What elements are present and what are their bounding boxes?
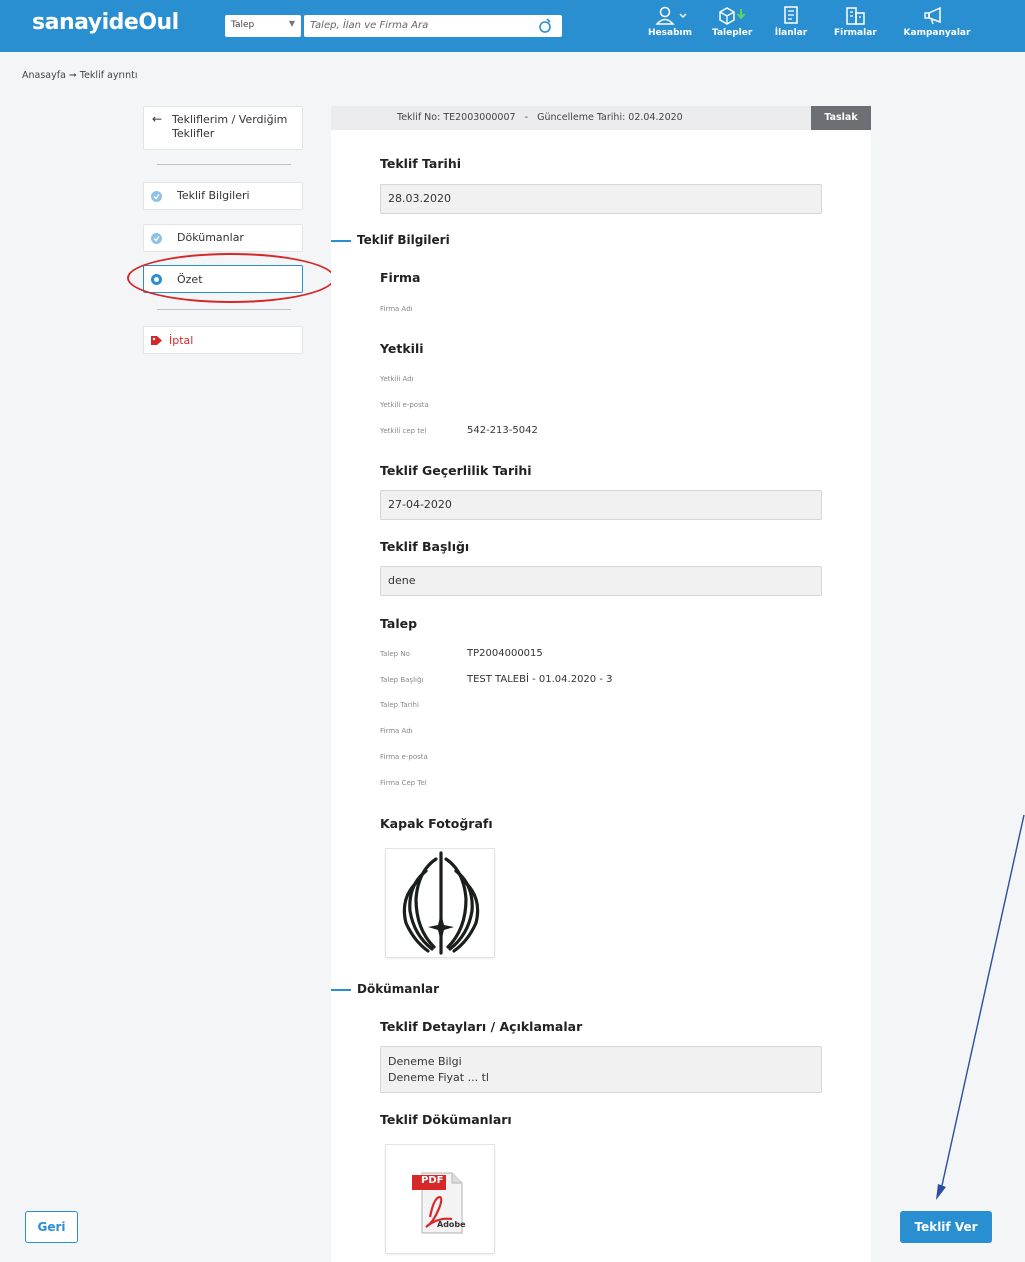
offer-number-and-update: Teklif No: TE2003000007 - Güncelleme Tar… <box>397 112 683 123</box>
sidebar-item-teklif-bilgileri[interactable]: Teklif Bilgileri <box>143 182 303 210</box>
nav-hesabim[interactable]: Hesabım <box>648 6 692 38</box>
annotation-highlight-ellipse <box>127 253 335 303</box>
search-placeholder: Talep, İlan ve Firma Ara <box>310 20 429 31</box>
validity-date-title: Teklif Geçerlilik Tarihi <box>380 463 532 478</box>
section-teklif-bilgileri: Teklif Bilgileri <box>331 233 450 247</box>
megaphone-icon <box>924 6 941 25</box>
talep-no-value: TP2004000015 <box>467 648 543 659</box>
check-icon <box>151 233 162 244</box>
nav-talepler[interactable]: Talepler <box>712 6 752 38</box>
adobe-label: Adobe <box>437 1220 466 1229</box>
firma-title: Firma <box>380 270 421 285</box>
offer-details-line: Deneme Fiyat ... tl <box>388 1071 489 1084</box>
building-icon <box>846 7 866 25</box>
section-dokumanlar: Dökümanlar <box>331 982 439 996</box>
breadcrumb[interactable]: Anasayfa ➞ Teklif ayrıntı <box>22 70 137 81</box>
offer-title-field: dene <box>380 566 822 596</box>
offer-details-field: Deneme Bilgi Deneme Fiyat ... tl <box>380 1046 822 1093</box>
talep-baslik-value: TEST TALEBİ - 01.04.2020 - 3 <box>467 674 613 685</box>
cover-photo-title: Kapak Fotoğrafı <box>380 816 493 831</box>
offer-date-field: 28.03.2020 <box>380 184 822 214</box>
offer-date-title: Teklif Tarihi <box>380 156 461 171</box>
sidebar-item-dokumanlar[interactable]: Dökümanlar <box>143 224 303 252</box>
status-badge: Taslak <box>811 106 871 130</box>
cancel-offer-button[interactable]: İptal <box>143 326 303 354</box>
talep-baslik-label: Talep Başlığı <box>380 676 424 684</box>
search-category-value: Talep <box>231 20 255 30</box>
site-logo[interactable]: sanayideOul <box>32 10 179 35</box>
pdf-document-thumbnail[interactable]: PDF Adobe <box>385 1144 495 1254</box>
user-icon <box>655 6 687 25</box>
nav-ilanlar[interactable]: İlanlar <box>773 6 809 38</box>
sidebar-divider <box>157 164 291 165</box>
yetkili-tel-value: 542-213-5042 <box>467 425 538 436</box>
yetkili-adi-label: Yetkili Adı <box>380 375 414 383</box>
emblem-icon <box>402 851 480 955</box>
yetkili-title: Yetkili <box>380 341 424 356</box>
back-button[interactable]: Geri <box>25 1211 78 1243</box>
pdf-file-icon <box>412 1172 463 1234</box>
offer-title-heading: Teklif Başlığı <box>380 539 470 554</box>
talep-tel-label: Firma Cep Tel <box>380 779 427 787</box>
yetkili-email-label: Yetkili e-posta <box>380 401 429 409</box>
search-input[interactable]: Talep, İlan ve Firma Ara <box>304 15 562 37</box>
search-icon[interactable] <box>538 17 554 35</box>
top-navbar: sanayideOul Talep ▼ Talep, İlan ve Firma… <box>0 0 1025 52</box>
tag-icon <box>151 336 162 345</box>
offer-details-title: Teklif Detayları / Açıklamalar <box>380 1019 583 1034</box>
cover-photo-thumbnail[interactable] <box>385 848 495 958</box>
validity-date-field: 27-04-2020 <box>380 490 822 520</box>
firma-adi-label: Firma Adı <box>380 305 413 313</box>
offer-documents-title: Teklif Dökümanları <box>380 1112 512 1127</box>
listing-icon <box>784 6 798 24</box>
talep-tarihi-label: Talep Tarihi <box>380 701 419 709</box>
talep-title: Talep <box>380 616 418 631</box>
nav-kampanyalar[interactable]: Kampanyalar <box>902 6 972 38</box>
offer-details-line: Deneme Bilgi <box>388 1055 462 1068</box>
talep-email-label: Firma e-posta <box>380 753 428 761</box>
check-icon <box>151 191 162 202</box>
pdf-label: PDF <box>421 1175 444 1186</box>
talep-no-label: Talep No <box>380 650 410 658</box>
sidebar-divider <box>157 309 291 310</box>
back-to-offers-link[interactable]: ← Tekliflerim / Verdiğim Teklifler <box>143 106 303 150</box>
arrow-left-icon: ← <box>152 112 163 126</box>
talep-firma-label: Firma Adı <box>380 727 413 735</box>
box-icon <box>719 7 746 25</box>
nav-firmalar[interactable]: Firmalar <box>834 6 877 38</box>
chevron-down-icon: ▼ <box>288 19 295 28</box>
offer-header-bar: Teklif No: TE2003000007 - Güncelleme Tar… <box>331 106 871 130</box>
yetkili-tel-label: Yetkili cep tel <box>380 427 427 435</box>
submit-offer-button[interactable]: Teklif Ver <box>900 1211 992 1243</box>
search-category-select[interactable]: Talep ▼ <box>225 15 301 37</box>
